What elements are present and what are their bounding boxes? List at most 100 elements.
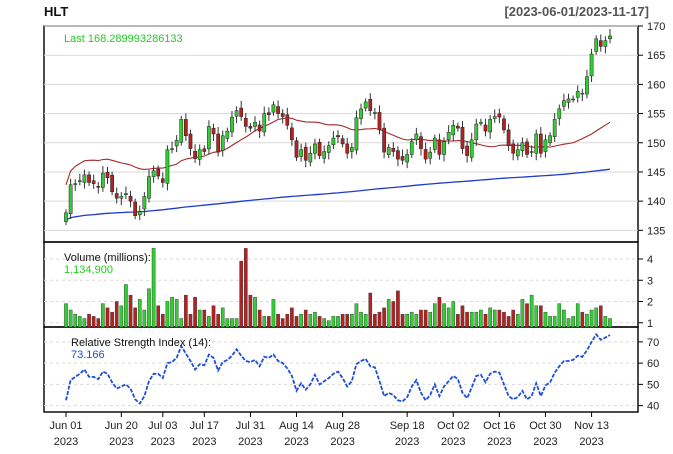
candle-body xyxy=(174,140,179,147)
volume-bar xyxy=(128,294,133,328)
candle-body xyxy=(243,117,248,127)
candle-body xyxy=(285,114,290,126)
candle-body xyxy=(534,133,539,154)
candle-body xyxy=(124,193,128,195)
candle-body xyxy=(202,148,207,152)
candle-body xyxy=(520,142,525,151)
x-tick-year: 2023 xyxy=(395,436,419,448)
volume-bar xyxy=(124,284,128,328)
candle-body xyxy=(432,137,437,150)
volume-bar xyxy=(437,297,442,328)
volume-bar xyxy=(142,309,147,328)
volume-bar xyxy=(271,299,276,328)
volume-bar xyxy=(322,318,326,328)
volume-bar xyxy=(575,303,580,328)
candle-body xyxy=(188,133,193,149)
volume-bar xyxy=(262,316,267,328)
x-tick-label: Jun 20 xyxy=(105,420,138,432)
candle-body xyxy=(266,112,271,115)
x-tick-year: 2023 xyxy=(54,436,78,448)
volume-bar xyxy=(456,314,460,328)
volume-bar xyxy=(87,314,91,328)
candle-body xyxy=(598,40,603,47)
price-ytick-label: 150 xyxy=(647,138,665,150)
x-tick-year: 2023 xyxy=(109,436,133,448)
volume-bar xyxy=(608,318,612,328)
volume-bar xyxy=(230,318,234,328)
candle-body xyxy=(280,113,285,117)
candle-body xyxy=(608,35,612,40)
chart-canvas: 135 140 145 150 155 160 165 170 1 2 3 4 40 50 60 70 Jun … xyxy=(43,21,665,448)
volume-bar xyxy=(308,314,313,328)
volume-bar xyxy=(239,260,243,328)
candle-body xyxy=(234,110,239,117)
volume-bar xyxy=(488,307,492,328)
candle-body xyxy=(525,141,529,155)
candle-body xyxy=(562,100,566,107)
volume-bar xyxy=(220,307,225,328)
volume-bar xyxy=(202,309,207,328)
volume-bar xyxy=(350,314,354,328)
x-tick-label: Oct 02 xyxy=(437,420,469,432)
candle-body xyxy=(119,196,124,199)
candle-body xyxy=(128,195,133,202)
volume-bar xyxy=(340,314,345,328)
last-price-label: Last 168.289993286133 xyxy=(64,33,183,45)
candle-body xyxy=(400,156,405,161)
volume-bar xyxy=(285,314,290,328)
candle-body xyxy=(151,170,156,177)
x-tick-label: Sep 18 xyxy=(390,420,425,432)
candle-body xyxy=(101,172,105,188)
candle-body xyxy=(423,149,428,160)
volume-bar xyxy=(193,297,197,328)
candle-body xyxy=(294,140,299,158)
volume-bar xyxy=(276,314,280,328)
candle-body xyxy=(414,133,419,141)
candle-body xyxy=(253,122,257,127)
candle-body xyxy=(193,150,197,159)
x-tick-year: 2023 xyxy=(441,436,465,448)
candle-body xyxy=(322,151,327,159)
candle-body xyxy=(216,133,220,153)
volume-bar xyxy=(114,301,119,328)
volume-bar xyxy=(529,294,534,328)
volume-bar xyxy=(184,294,188,328)
rsi-label: Relative Strength Index (14): xyxy=(71,337,211,349)
candle-body xyxy=(359,108,363,119)
x-tick-label: Jun 01 xyxy=(49,420,82,432)
candle-body xyxy=(382,127,386,153)
volume-bar xyxy=(82,318,87,328)
candle-body xyxy=(363,101,368,109)
volume-bar xyxy=(78,316,82,328)
rsi-ytick-label: 50 xyxy=(647,379,659,391)
volume-bar xyxy=(331,316,336,328)
volume-bar xyxy=(207,316,211,328)
volume-bar xyxy=(442,303,446,328)
volume-bar xyxy=(377,311,382,328)
volume-bar xyxy=(299,314,303,328)
volume-bar xyxy=(492,309,497,328)
volume-bar xyxy=(423,309,428,328)
volume-bar xyxy=(165,301,170,328)
volume-bar xyxy=(313,311,317,328)
x-tick-label: Jul 03 xyxy=(148,420,177,432)
candle-body xyxy=(336,135,340,138)
candle-body xyxy=(230,116,234,133)
volume-bar xyxy=(414,314,419,328)
candle-body xyxy=(446,131,451,141)
volume-bar xyxy=(64,303,68,328)
volume-bar xyxy=(317,316,322,328)
candle-body xyxy=(317,141,322,156)
candle-body xyxy=(428,151,433,159)
volume-bar xyxy=(603,316,608,328)
candle-body xyxy=(538,133,543,154)
candle-body xyxy=(529,151,534,153)
volume-bar xyxy=(243,248,248,328)
candle-body xyxy=(276,106,280,114)
volume-bar xyxy=(400,314,405,328)
candle-body xyxy=(373,112,377,114)
volume-bar xyxy=(419,309,423,328)
candle-body xyxy=(207,126,211,150)
volume-bar xyxy=(68,309,73,328)
volume-ytick-label: 1 xyxy=(647,318,653,330)
